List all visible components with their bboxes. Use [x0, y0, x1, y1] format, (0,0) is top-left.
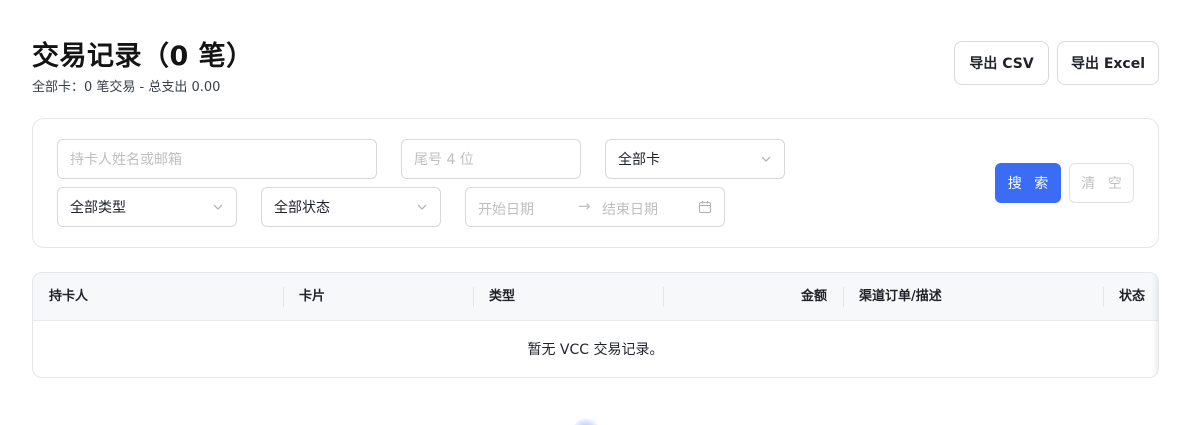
chevron-down-icon — [417, 204, 427, 210]
card-tail-input[interactable]: 尾号 4 位 — [401, 139, 581, 179]
column-divider — [473, 287, 474, 307]
transactions-table: 持卡人 卡片 类型 金额 渠道订单/描述 状态 暂无 VCC 交易记录。 — [32, 272, 1159, 378]
range-arrow: → — [578, 197, 591, 215]
table-header: 持卡人 卡片 类型 金额 渠道订单/描述 状态 — [33, 273, 1158, 321]
cardholder-search-input[interactable]: 持卡人姓名或邮箱 — [57, 139, 377, 179]
page-title: 交易记录（0 笔） — [32, 41, 254, 72]
column-header-amount: 金额 — [800, 289, 827, 304]
filter-panel: 持卡人姓名或邮箱 尾号 4 位 全部卡 全部类型 全部状态 开始日期 → 结束日… — [32, 118, 1159, 248]
chevron-down-icon — [761, 156, 771, 162]
column-header-channel-order: 渠道订单/描述 — [859, 289, 942, 304]
card-tail-placeholder: 尾号 4 位 — [414, 152, 474, 168]
export-csv-button[interactable]: 导出 CSV — [954, 41, 1049, 85]
column-header-status: 状态 — [1119, 289, 1146, 304]
cardholder-search-placeholder: 持卡人姓名或邮箱 — [70, 152, 182, 168]
start-date-input[interactable]: 开始日期 — [478, 199, 534, 219]
column-divider — [1103, 287, 1104, 307]
date-range-picker[interactable]: 开始日期 → 结束日期 — [465, 187, 725, 227]
column-header-cardholder: 持卡人 — [49, 289, 89, 304]
type-select-value: 全部类型 — [70, 200, 126, 216]
type-select[interactable]: 全部类型 — [57, 187, 237, 227]
status-select-value: 全部状态 — [274, 200, 330, 216]
search-button[interactable]: 搜 索 — [995, 163, 1061, 203]
card-select-value: 全部卡 — [618, 152, 660, 168]
calendar-icon — [698, 201, 712, 214]
status-select[interactable]: 全部状态 — [261, 187, 441, 227]
clear-button[interactable]: 清 空 — [1069, 163, 1134, 203]
end-date-input[interactable]: 结束日期 — [602, 199, 658, 219]
column-header-card: 卡片 — [299, 289, 326, 304]
scroll-edge-shadow — [1152, 273, 1158, 377]
chevron-down-icon — [213, 204, 223, 210]
column-divider — [843, 287, 844, 307]
export-excel-button[interactable]: 导出 Excel — [1057, 41, 1159, 85]
empty-state-message: 暂无 VCC 交易记录。 — [527, 342, 664, 358]
loading-spinner-icon — [572, 418, 600, 425]
transactions-page: 交易记录（0 笔） 全部卡：0 笔交易 - 总支出 0.00 导出 CSV 导出… — [0, 0, 1191, 425]
column-header-type: 类型 — [489, 289, 516, 304]
card-select[interactable]: 全部卡 — [605, 139, 785, 179]
column-divider — [283, 287, 284, 307]
page-subtitle: 全部卡：0 笔交易 - 总支出 0.00 — [32, 80, 221, 95]
